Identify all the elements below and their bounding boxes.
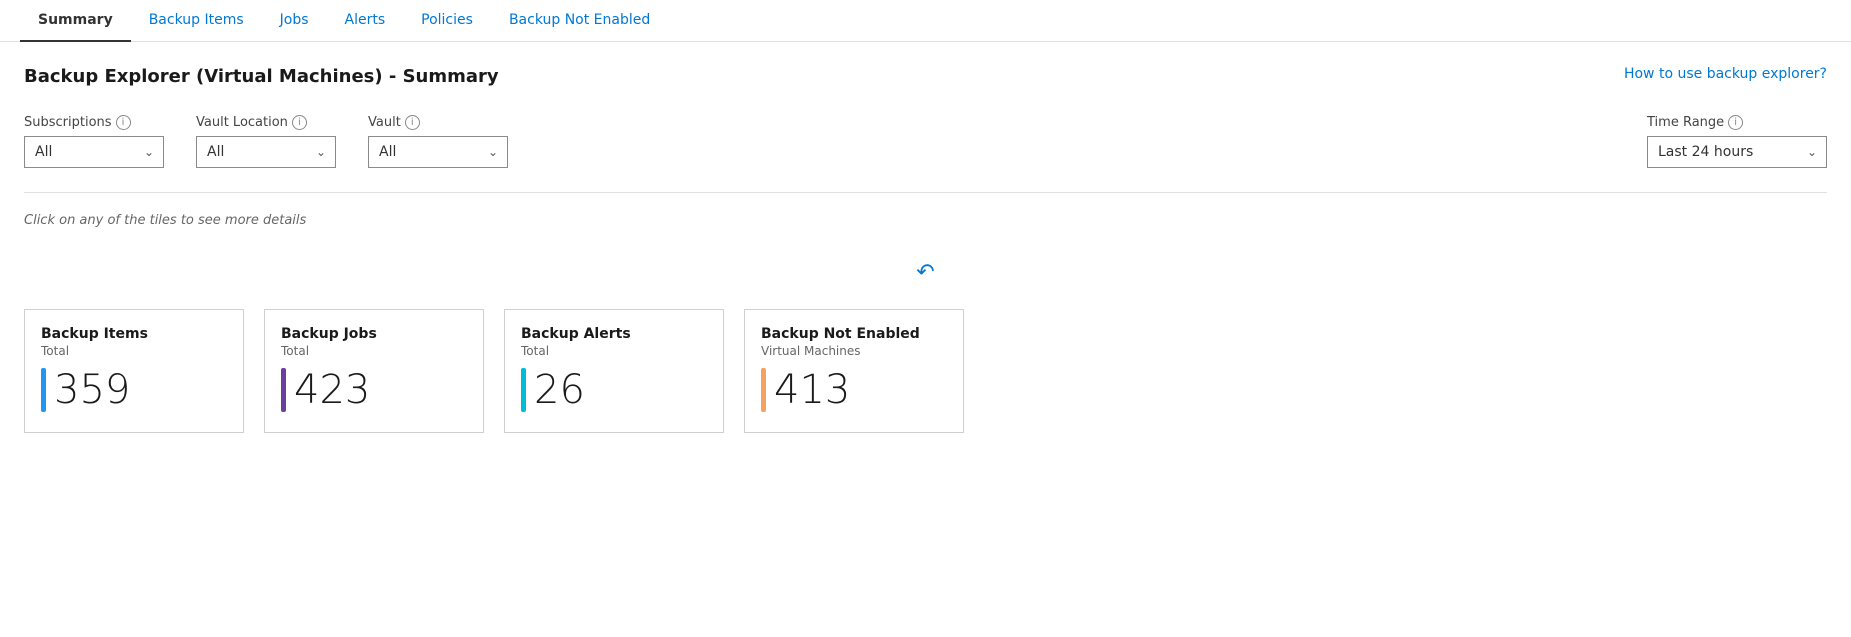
page-header: Backup Explorer (Virtual Machines) - Sum… [24,66,1827,87]
time-range-select[interactable]: Last 24 hours Last 7 days Last 30 days [1647,136,1827,168]
refresh-area: ↶ [24,260,1827,285]
vault-select-wrapper: All ⌄ [368,136,508,168]
tile-backup-not-enabled[interactable]: Backup Not Enabled Virtual Machines 413 [744,309,964,433]
tile-bar-backup-not-enabled [761,368,766,412]
tile-bar-backup-items [41,368,46,412]
subscriptions-label: Subscriptions i [24,115,164,130]
subscriptions-select[interactable]: All [24,136,164,168]
vault-location-select[interactable]: All [196,136,336,168]
tile-bar-backup-alerts [521,368,526,412]
tile-value-row-backup-alerts: 26 [521,368,703,412]
vault-label: Vault i [368,115,508,130]
tile-value-row-backup-not-enabled: 413 [761,368,943,412]
refresh-icon[interactable]: ↶ [916,260,934,285]
subscriptions-select-wrapper: All ⌄ [24,136,164,168]
page-title: Backup Explorer (Virtual Machines) - Sum… [24,66,499,87]
tab-alerts[interactable]: Alerts [327,0,404,42]
hint-text: Click on any of the tiles to see more de… [24,213,1827,228]
time-range-label: Time Range i [1647,115,1827,130]
tile-backup-jobs[interactable]: Backup Jobs Total 423 [264,309,484,433]
vault-location-info-icon: i [292,115,307,130]
subscriptions-filter: Subscriptions i All ⌄ [24,115,164,168]
tile-value-backup-alerts: 26 [534,370,585,410]
tile-title-backup-not-enabled: Backup Not Enabled [761,326,943,342]
tile-title-backup-jobs: Backup Jobs [281,326,463,342]
tile-subtitle-backup-jobs: Total [281,344,463,358]
tile-value-backup-items: 359 [54,370,130,410]
tile-backup-items[interactable]: Backup Items Total 359 [24,309,244,433]
tab-jobs[interactable]: Jobs [262,0,327,42]
filters-row: Subscriptions i All ⌄ Vault Location i A… [24,115,1827,168]
vault-location-select-wrapper: All ⌄ [196,136,336,168]
help-link[interactable]: How to use backup explorer? [1624,66,1827,82]
tile-backup-alerts[interactable]: Backup Alerts Total 26 [504,309,724,433]
tab-backup-items[interactable]: Backup Items [131,0,262,42]
tab-backup-not-enabled[interactable]: Backup Not Enabled [491,0,668,42]
vault-location-label: Vault Location i [196,115,336,130]
tile-value-backup-not-enabled: 413 [774,370,850,410]
tab-summary[interactable]: Summary [20,0,131,42]
subscriptions-info-icon: i [116,115,131,130]
tile-bar-backup-jobs [281,368,286,412]
vault-info-icon: i [405,115,420,130]
tab-bar: SummaryBackup ItemsJobsAlertsPoliciesBac… [0,0,1851,42]
main-content: Backup Explorer (Virtual Machines) - Sum… [0,42,1851,457]
tile-subtitle-backup-alerts: Total [521,344,703,358]
divider [24,192,1827,193]
tile-value-backup-jobs: 423 [294,370,370,410]
tiles-row: Backup Items Total 359 Backup Jobs Total… [24,309,1827,433]
tile-value-row-backup-jobs: 423 [281,368,463,412]
tile-subtitle-backup-not-enabled: Virtual Machines [761,344,943,358]
vault-location-filter: Vault Location i All ⌄ [196,115,336,168]
tile-title-backup-items: Backup Items [41,326,223,342]
time-range-select-wrapper: Last 24 hours Last 7 days Last 30 days ⌄ [1647,136,1827,168]
tab-policies[interactable]: Policies [403,0,491,42]
vault-select[interactable]: All [368,136,508,168]
tile-subtitle-backup-items: Total [41,344,223,358]
time-range-info-icon: i [1728,115,1743,130]
time-range-filter: Time Range i Last 24 hours Last 7 days L… [1647,115,1827,168]
tile-title-backup-alerts: Backup Alerts [521,326,703,342]
vault-filter: Vault i All ⌄ [368,115,508,168]
tile-value-row-backup-items: 359 [41,368,223,412]
